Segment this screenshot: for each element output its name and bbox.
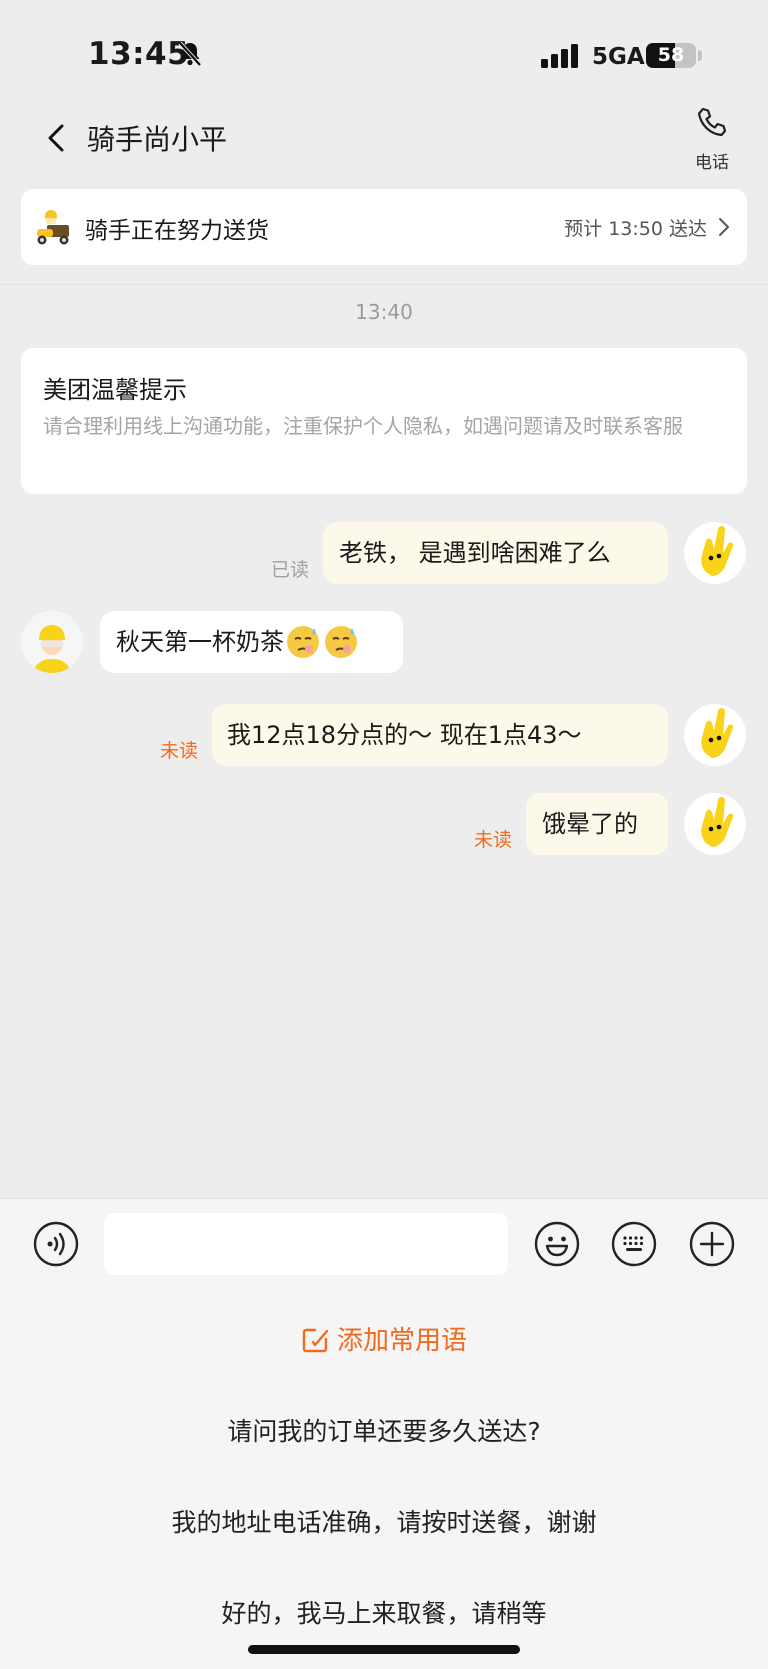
cellular-signal-icon xyxy=(541,44,578,68)
battery-percent: 58 xyxy=(657,44,685,66)
battery-cap xyxy=(698,50,702,61)
edit-note-icon xyxy=(302,1328,329,1353)
my-avatar[interactable] xyxy=(684,522,746,584)
input-bar xyxy=(0,1198,768,1289)
plus-button-icon[interactable] xyxy=(689,1221,735,1267)
unread-status: 未读 xyxy=(474,829,513,851)
phone-icon xyxy=(697,107,727,137)
my-avatar[interactable] xyxy=(684,704,746,766)
chevron-right-icon xyxy=(719,218,729,236)
bell-muted-icon xyxy=(178,41,202,67)
clock: 13:45 xyxy=(88,36,190,72)
back-chevron-icon[interactable] xyxy=(40,118,72,158)
scooter-rider-icon xyxy=(37,210,69,245)
message-text: 老铁， 是遇到啥困难了么 xyxy=(339,539,611,567)
sweating-face-emoji-icon xyxy=(325,626,357,658)
message-bubble[interactable]: 饿晕了的 xyxy=(526,793,668,855)
delivery-status-card[interactable]: 骑手正在努力送货 预计 13:50 送达 xyxy=(21,189,747,265)
network-type: 5GA xyxy=(592,44,645,70)
divider xyxy=(0,284,768,285)
chat-timestamp: 13:40 xyxy=(355,300,413,324)
keyboard-button-icon[interactable] xyxy=(611,1221,657,1267)
yellow-hand-avatar-icon xyxy=(701,526,734,576)
message-input[interactable] xyxy=(104,1213,508,1275)
add-phrase-label: 添加常用语 xyxy=(336,1326,467,1356)
status-bar: 13:45 5GA 58 xyxy=(0,0,768,100)
home-indicator[interactable] xyxy=(248,1645,520,1654)
rider-avatar[interactable] xyxy=(21,611,83,673)
notice-card: 美团温馨提示 请合理利用线上沟通功能，注重保护个人隐私，如遇问题请及时联系客服 xyxy=(21,348,747,494)
message-bubble[interactable]: 老铁， 是遇到啥困难了么 xyxy=(323,522,668,584)
page-title: 骑手尚小平 xyxy=(87,123,228,156)
read-status: 已读 xyxy=(271,559,310,581)
rider-portrait-icon xyxy=(21,611,83,673)
add-phrase-button[interactable]: 添加常用语 xyxy=(0,1320,768,1357)
nav-bar: 骑手尚小平 电话 xyxy=(0,100,768,180)
my-avatar[interactable] xyxy=(684,793,746,855)
notice-title: 美团温馨提示 xyxy=(43,376,187,404)
emoji-button-icon[interactable] xyxy=(534,1221,580,1267)
call-label: 电话 xyxy=(695,153,729,173)
message-bubble[interactable]: 我12点18分点的～ 现在1点43～ xyxy=(212,704,668,766)
sweating-face-emoji-icon xyxy=(287,626,319,658)
quick-phrase-panel: 添加常用语 请问我的订单还要多久送达? 我的地址电话准确，请按时送餐，谢谢 好的… xyxy=(0,1288,768,1669)
voice-input-button-icon[interactable] xyxy=(33,1221,79,1267)
message-text: 饿晕了的 xyxy=(542,810,638,838)
message-text: 我12点18分点的～ 现在1点43～ xyxy=(227,721,582,749)
notice-body: 请合理利用线上沟通功能，注重保护个人隐私，如遇问题请及时联系客服 xyxy=(43,414,683,438)
message-bubble[interactable]: 秋天第一杯奶茶 xyxy=(100,611,403,673)
message-text: 秋天第一杯奶茶 xyxy=(116,628,284,656)
yellow-hand-avatar-icon xyxy=(701,797,734,847)
battery-indicator: 58 xyxy=(646,43,696,68)
delivery-status-text: 骑手正在努力送货 xyxy=(85,218,269,244)
yellow-hand-avatar-icon xyxy=(701,708,734,758)
delivery-eta: 预计 13:50 送达 xyxy=(564,218,707,240)
call-button[interactable]: 电话 xyxy=(684,100,740,173)
quick-phrase-item[interactable]: 好的，我马上来取餐，请稍等 xyxy=(0,1594,768,1630)
quick-phrase-item[interactable]: 我的地址电话准确，请按时送餐，谢谢 xyxy=(0,1503,768,1539)
quick-phrase-item[interactable]: 请问我的订单还要多久送达? xyxy=(0,1412,768,1448)
unread-status: 未读 xyxy=(160,740,199,762)
